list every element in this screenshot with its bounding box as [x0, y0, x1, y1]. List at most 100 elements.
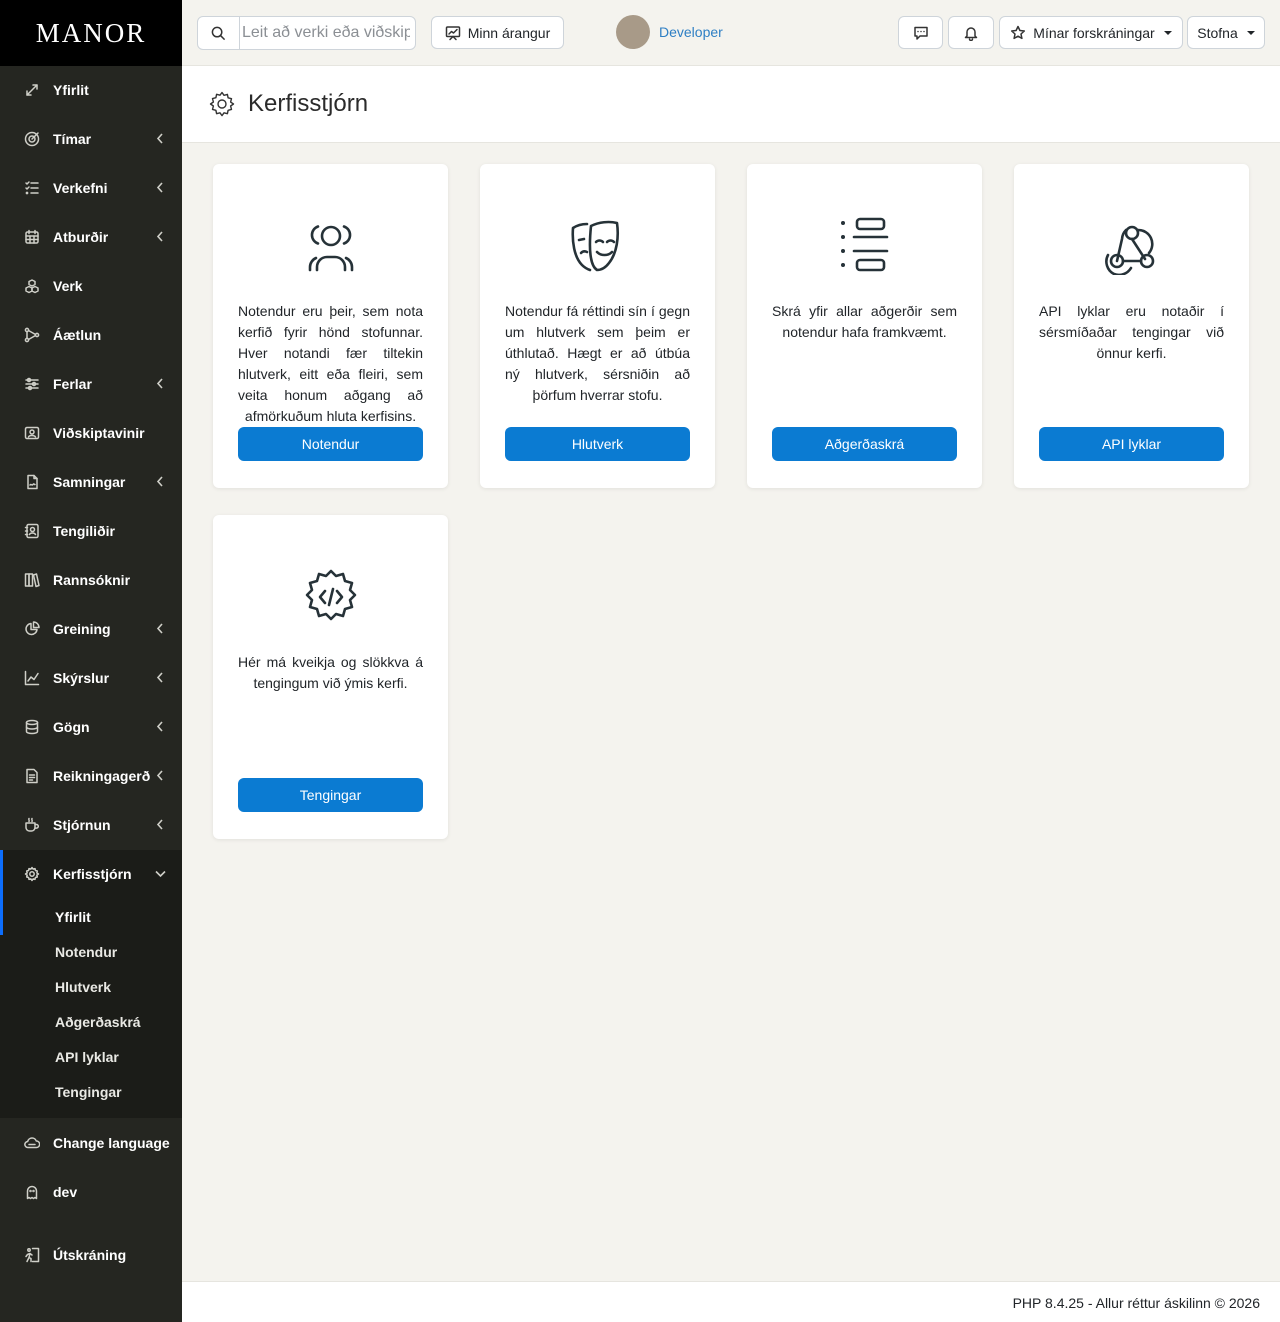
footer-text: PHP 8.4.25 - Allur réttur áskilinn © 202…: [1012, 1295, 1260, 1311]
submenu-item-hlutverk[interactable]: Hlutverk: [55, 979, 111, 995]
brand-logo[interactable]: MANOR: [0, 0, 182, 66]
sidebar-item-label: Tengiliðir: [53, 523, 115, 539]
message-icon: [913, 26, 928, 40]
sidebar-item-timar[interactable]: Tímar: [0, 119, 182, 159]
card-description: API lyklar eru notaðir í sérsmíðaðar ten…: [1039, 303, 1224, 361]
cubes-icon: [24, 278, 40, 294]
gauge-icon: [24, 82, 40, 98]
sidebar-item-ferlar[interactable]: Ferlar: [0, 364, 182, 404]
contract-icon: [24, 474, 40, 490]
sidebar-item-label: Verkefni: [53, 180, 108, 196]
sidebar-item-vidskiptavinir[interactable]: Viðskiptavinir: [0, 413, 182, 453]
sidebar-item-label: Gögn: [53, 719, 90, 735]
target-icon: [24, 131, 40, 147]
sidebar-item-label: Atburðir: [53, 229, 109, 245]
favorites-dropdown[interactable]: Mínar forskráningar: [999, 16, 1183, 49]
integrations-button[interactable]: Tengingar: [238, 778, 423, 812]
sidebar-item-yfirlit[interactable]: Yfirlit: [0, 70, 182, 110]
sidebar-item-samningar[interactable]: Samningar: [0, 462, 182, 502]
logout-icon: [24, 1247, 40, 1263]
caret-down-icon: [1163, 30, 1172, 35]
audit-log-button[interactable]: Aðgerðaskrá: [772, 427, 957, 461]
submenu-item-api-lyklar[interactable]: API lyklar: [55, 1049, 119, 1065]
sidebar-item-verk[interactable]: Verk: [0, 266, 182, 306]
users-button[interactable]: Notendur: [238, 427, 423, 461]
submenu-item-notendur[interactable]: Notendur: [55, 944, 117, 960]
sidebar-item-rannsoknir[interactable]: Rannsóknir: [0, 560, 182, 600]
sidebar-item-label: Stjórnun: [53, 817, 111, 833]
coffee-icon: [24, 817, 40, 833]
sidebar-item-atburdir[interactable]: Atburðir: [0, 217, 182, 257]
sidebar-item-dev[interactable]: dev: [0, 1172, 182, 1212]
sidebar: MANOR Yfirlit Tímar Verkefni Atburðir Ve…: [0, 0, 182, 1322]
sidebar-item-label: Viðskiptavinir: [53, 425, 145, 441]
create-dropdown[interactable]: Stofna: [1187, 16, 1265, 49]
sidebar-item-label: Kerfisstjórn: [53, 866, 132, 882]
card-integrations: Hér má kveikja og slökkva á tengingum vi…: [213, 515, 448, 839]
sidebar-item-label: Útskráning: [53, 1247, 127, 1263]
user-card-icon: [24, 425, 40, 441]
search-input[interactable]: [242, 21, 410, 45]
search-icon[interactable]: [198, 17, 240, 49]
page-title: Kerfisstjórn: [248, 90, 369, 117]
sidebar-item-label: Skýrslur: [53, 670, 110, 686]
chevron-left-icon: [155, 182, 166, 193]
sidebar-item-label: Verk: [53, 278, 83, 294]
sidebar-item-label: Yfirlit: [53, 82, 89, 98]
sidebar-item-label: Tímar: [53, 131, 92, 147]
user-name-link[interactable]: Developer: [659, 24, 723, 40]
chevron-left-icon: [155, 133, 166, 144]
card-audit-log: Skrá yfir allar aðgerðir sem notendur ha…: [747, 164, 982, 488]
database-icon: [24, 719, 40, 735]
pie-chart-icon: [24, 621, 40, 637]
sidebar-item-label: Reikningagerð: [53, 768, 151, 784]
sidebar-item-label: Samningar: [53, 474, 126, 490]
search-box: [197, 16, 416, 50]
sidebar-item-kerfisstjorn[interactable]: Kerfisstjórn: [0, 854, 182, 894]
sidebar-item-greining[interactable]: Greining: [0, 609, 182, 649]
avatar[interactable]: [616, 15, 650, 49]
star-icon: [1011, 25, 1026, 39]
users-icon: [295, 216, 367, 276]
footer: PHP 8.4.25 - Allur réttur áskilinn © 202…: [182, 1281, 1280, 1322]
roles-button[interactable]: Hlutverk: [505, 427, 690, 461]
api-keys-button[interactable]: API lyklar: [1039, 427, 1224, 461]
gear-icon: [24, 866, 40, 882]
line-chart-icon: [24, 670, 40, 686]
sidebar-item-logout[interactable]: Útskráning: [0, 1235, 182, 1275]
submenu-item-tengingar[interactable]: Tengingar: [55, 1084, 122, 1100]
submenu-item-adgerdaskra[interactable]: Aðgerðaskrá: [55, 1014, 141, 1030]
sidebar-item-tengilidir[interactable]: Tengiliðir: [0, 511, 182, 551]
card-api-keys: API lyklar eru notaðir í sérsmíðaðar ten…: [1014, 164, 1249, 488]
notifications-button[interactable]: [948, 16, 994, 49]
brand-logo-text: MANOR: [35, 17, 147, 48]
hierarchy-icon: [24, 327, 40, 343]
chevron-left-icon: [155, 378, 166, 389]
cloud-icon: [24, 1135, 40, 1151]
favorites-label: Mínar forskráningar: [1033, 24, 1155, 41]
achievement-button[interactable]: Minn árangur: [431, 16, 564, 49]
chevron-left-icon: [155, 672, 166, 683]
card-description: Hér má kveikja og slökkva á tengingum vi…: [238, 654, 423, 691]
chevron-left-icon: [155, 721, 166, 732]
sidebar-item-change-language[interactable]: Change language: [0, 1123, 182, 1163]
card-description: Skrá yfir allar aðgerðir sem notendur ha…: [772, 303, 957, 340]
invoice-icon: [24, 768, 40, 784]
sidebar-item-stjornun[interactable]: Stjórnun: [0, 805, 182, 845]
messages-button[interactable]: [898, 16, 943, 49]
calendar-icon: [24, 229, 40, 245]
achievement-label: Minn árangur: [467, 24, 551, 41]
sidebar-item-gogn[interactable]: Gögn: [0, 707, 182, 747]
ghost-icon: [24, 1184, 40, 1200]
sidebar-item-reikningagerd[interactable]: Reikningagerð: [0, 756, 182, 796]
sidebar-item-skyrslur[interactable]: Skýrslur: [0, 658, 182, 698]
sidebar-item-label: Rannsóknir: [53, 572, 131, 588]
checklist-icon: [24, 180, 40, 196]
sidebar-item-verkefni[interactable]: Verkefni: [0, 168, 182, 208]
theater-masks-icon: [562, 216, 634, 276]
sidebar-item-aaetlun[interactable]: Áætlun: [0, 315, 182, 355]
card-description: Notendur fá réttindi sín í gegn um hlutv…: [505, 303, 690, 403]
code-gear-icon: [295, 567, 367, 627]
chevron-left-icon: [155, 476, 166, 487]
submenu-item-yfirlit[interactable]: Yfirlit: [55, 909, 91, 925]
